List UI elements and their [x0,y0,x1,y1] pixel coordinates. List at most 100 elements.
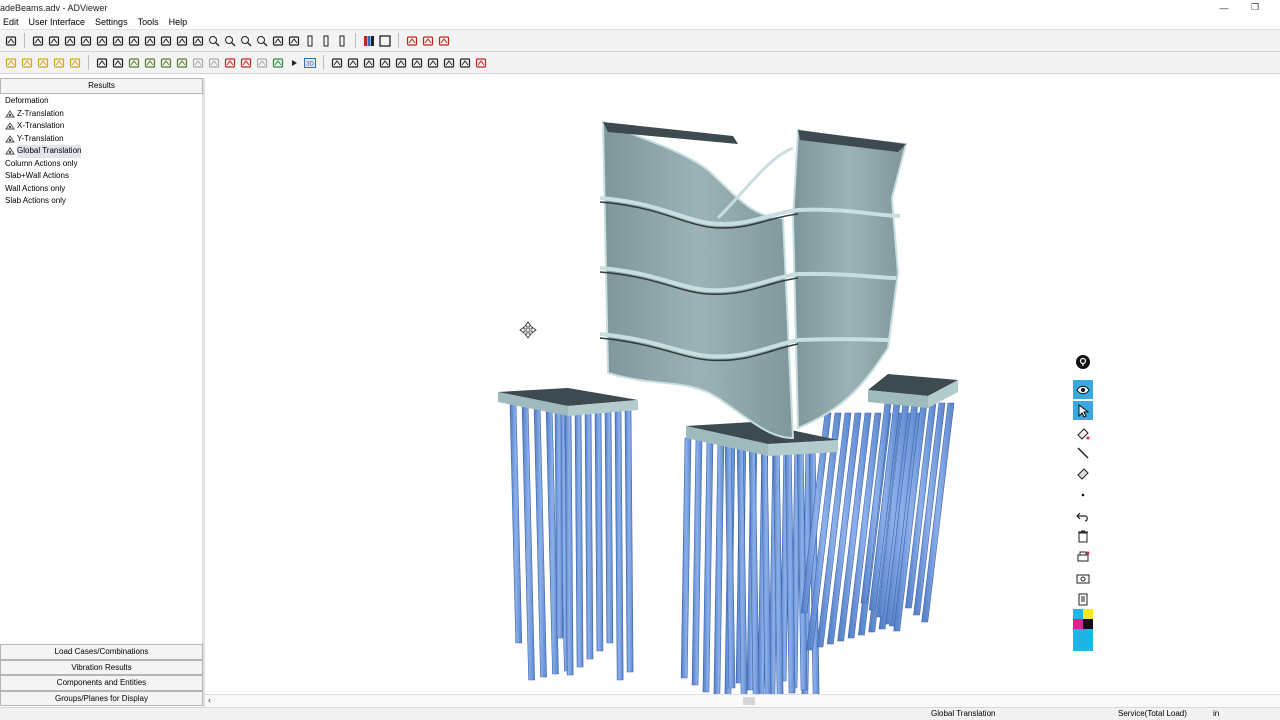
tab-components-entities[interactable]: Components and Entities [0,675,203,691]
toolbar-separator [323,55,324,70]
pen-icon[interactable] [427,56,440,69]
red-chart-icon[interactable] [475,56,488,69]
pen-icon[interactable] [347,56,360,69]
select-icon[interactable] [53,56,66,69]
line-icon[interactable] [1073,443,1093,462]
red-chart-icon[interactable] [406,34,419,47]
3d-icon[interactable]: 3D [304,56,317,69]
zoom-out-icon[interactable] [240,34,253,47]
color-swatch-icon[interactable] [1073,609,1093,651]
play-icon[interactable] [288,56,301,69]
rotate-icon[interactable] [288,34,301,47]
cursor-icon[interactable] [5,34,18,47]
tree-item[interactable]: Slab Actions only [0,195,200,208]
globe-icon[interactable] [112,56,125,69]
minimize-button[interactable]: — [1209,0,1239,15]
tree-item[interactable]: Slab+Wall Actions [0,170,200,183]
structure-model [498,120,958,694]
pointer-icon[interactable] [1073,401,1093,420]
hand-icon[interactable] [459,56,472,69]
red-chart-icon[interactable] [422,34,435,47]
select-icon[interactable] [21,56,34,69]
markup-palette [1071,352,1095,652]
results-panel-header[interactable]: Results [0,78,203,94]
model-viewport[interactable] [208,78,1280,694]
red-chart-icon[interactable] [438,34,451,47]
color-bars-icon[interactable] [363,34,376,47]
pen-icon[interactable] [443,56,456,69]
gray-icon[interactable] [256,56,269,69]
tab-load-cases[interactable]: Load Cases/Combinations [0,644,203,660]
menu-edit[interactable]: Edit [0,17,24,27]
tree-item[interactable]: X-Translation [0,120,200,133]
gray-icon[interactable] [192,56,205,69]
pen-icon[interactable] [379,56,392,69]
restore-button[interactable]: ❐ [1240,0,1270,15]
bar-icon[interactable] [304,34,317,47]
green-icon[interactable] [272,56,285,69]
menu-help[interactable]: Help [164,17,193,27]
shield-icon[interactable] [176,56,189,69]
frame-icon[interactable] [379,34,392,47]
view-icon[interactable] [160,34,173,47]
select-icon[interactable] [69,56,82,69]
pen-icon[interactable] [395,56,408,69]
viewport-horizontal-scrollbar[interactable]: ‹ [205,694,1280,707]
bar-icon[interactable] [336,34,349,47]
zoom-in-icon[interactable] [224,34,237,47]
view-icon[interactable] [144,34,157,47]
print-icon[interactable] [1073,547,1093,566]
tree-item[interactable]: Deformation [0,95,200,108]
eraser-icon[interactable] [1073,423,1093,442]
bar-icon[interactable] [320,34,333,47]
load-icon[interactable] [224,56,237,69]
view-icon[interactable] [128,34,141,47]
tab-groups-planes[interactable]: Groups/Planes for Display [0,690,203,706]
view-icon[interactable] [80,34,93,47]
tree-item[interactable]: Y-Translation [0,133,200,146]
view-icon[interactable] [96,34,109,47]
menu-user-interface[interactable]: User Interface [24,17,91,27]
tab-vibration-results[interactable]: Vibration Results [0,659,203,675]
select-icon[interactable] [5,56,18,69]
load-icon[interactable] [240,56,253,69]
shield-icon[interactable] [160,56,173,69]
tree-item[interactable]: Z-Translation [0,108,200,121]
clipboard-icon[interactable] [1073,589,1093,608]
trash-icon[interactable] [1073,526,1093,545]
pen-icon[interactable] [411,56,424,69]
view-icon[interactable] [192,34,205,47]
scroll-left-icon[interactable]: ‹ [208,695,211,705]
zoom-window-icon[interactable] [256,34,269,47]
camera-icon[interactable] [1073,568,1093,587]
tree-item[interactable]: Global Translation [0,145,200,158]
dot-icon[interactable] [1073,485,1093,504]
menu-tools[interactable]: Tools [133,17,164,27]
pile [702,437,714,693]
select-icon[interactable] [37,56,50,69]
menu-settings[interactable]: Settings [90,17,133,27]
pen-icon[interactable] [363,56,376,69]
tree-item-label: Y-Translation [17,133,64,143]
location-pin-icon[interactable] [1073,352,1093,371]
zoom-fit-icon[interactable] [208,34,221,47]
eraser-icon[interactable] [1073,463,1093,482]
move-icon[interactable] [96,56,109,69]
gray-icon[interactable] [208,56,221,69]
pen-icon[interactable] [331,56,344,69]
undo-icon[interactable] [1073,506,1093,525]
view-icon[interactable] [112,34,125,47]
tree-item[interactable]: Wall Actions only [0,183,200,196]
shield-icon[interactable] [128,56,141,69]
view-icon[interactable] [176,34,189,47]
print-icon[interactable] [32,34,45,47]
view-icon[interactable] [64,34,77,47]
tree-item[interactable]: Column Actions only [0,158,200,171]
scroll-thumb[interactable] [743,697,755,705]
eye-icon[interactable] [1073,380,1093,399]
shield-icon[interactable] [144,56,157,69]
camera-icon[interactable] [48,34,61,47]
pile [604,407,614,644]
pan-icon[interactable] [272,34,285,47]
window-title: adeBeams.adv - ADViewer [0,2,108,13]
